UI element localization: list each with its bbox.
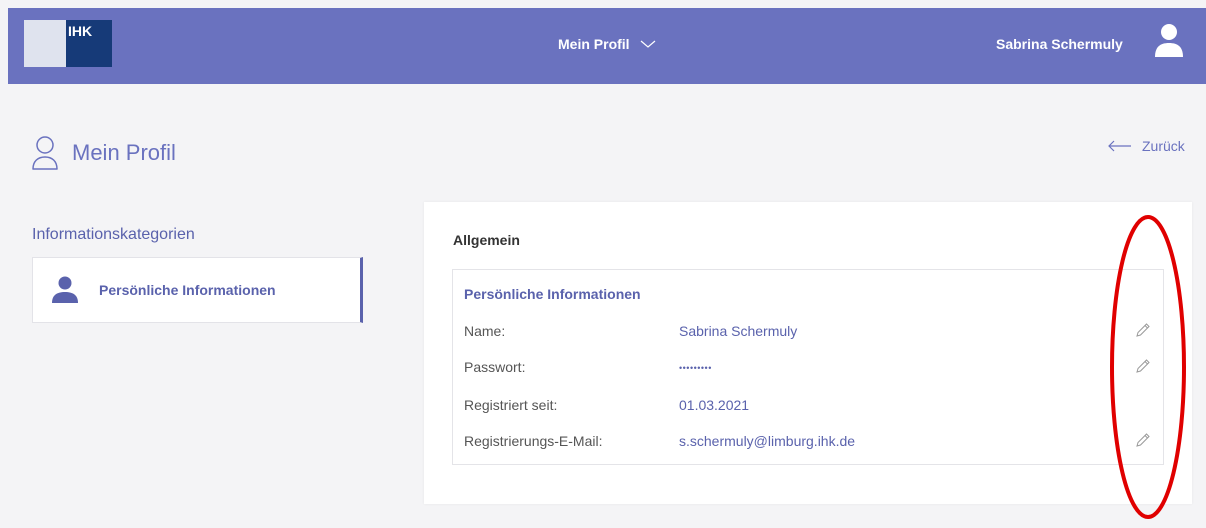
page-title-row: Mein Profil — [32, 136, 176, 170]
section-title: Persönliche Informationen — [464, 286, 641, 302]
user-icon[interactable] — [1154, 23, 1184, 59]
info-label: Passwort: — [464, 359, 526, 375]
back-label: Zurück — [1142, 138, 1185, 154]
info-value: s.schermuly@limburg.ihk.de — [679, 433, 856, 449]
user-icon — [52, 276, 78, 303]
user-name[interactable]: Sabrina Schermuly — [996, 36, 1123, 52]
info-row-registered-since: Registriert seit: 01.03.2021 — [453, 394, 1163, 418]
card-title: Allgemein — [453, 232, 520, 248]
profile-card: Allgemein Persönliche Informationen Name… — [424, 202, 1192, 504]
page: IHK Mein Profil Sabrina Schermuly Mein P… — [0, 0, 1206, 528]
info-value: Sabrina Schermuly — [679, 323, 798, 339]
top-header: IHK Mein Profil Sabrina Schermuly — [8, 8, 1206, 84]
logo-text: IHK — [66, 20, 112, 67]
info-row-password: Passwort: ••••••••• — [453, 356, 1163, 380]
back-link[interactable]: Zurück — [1108, 138, 1185, 154]
nav-label: Mein Profil — [558, 36, 630, 52]
info-label: Registriert seit: — [464, 397, 558, 413]
edit-name-pencil-icon[interactable] — [1135, 322, 1151, 338]
sidebar-item-personal-info[interactable]: Persönliche Informationen — [32, 257, 363, 323]
personal-info-section: Persönliche Informationen Name: Sabrina … — [452, 269, 1164, 465]
info-label: Name: — [464, 323, 506, 339]
ihk-logo[interactable]: IHK — [24, 20, 112, 67]
chevron-down-icon — [640, 40, 655, 48]
info-value: 01.03.2021 — [679, 397, 750, 413]
profile-outline-icon — [32, 136, 58, 170]
arrow-left-icon — [1108, 140, 1131, 152]
page-title: Mein Profil — [72, 140, 176, 165]
sidebar-item-label: Persönliche Informationen — [99, 282, 276, 298]
profile-nav-dropdown[interactable]: Mein Profil — [558, 36, 656, 52]
info-value: ••••••••• — [679, 363, 712, 373]
edit-email-pencil-icon[interactable] — [1135, 432, 1151, 448]
info-row-registration-email: Registrierungs-E-Mail: s.schermuly@limbu… — [453, 430, 1163, 454]
edit-password-pencil-icon[interactable] — [1135, 358, 1151, 374]
logo-light-block — [24, 20, 66, 67]
info-row-name: Name: Sabrina Schermuly — [453, 320, 1163, 344]
info-label: Registrierungs-E-Mail: — [464, 433, 603, 449]
sidebar-heading: Informationskategorien — [32, 226, 195, 243]
